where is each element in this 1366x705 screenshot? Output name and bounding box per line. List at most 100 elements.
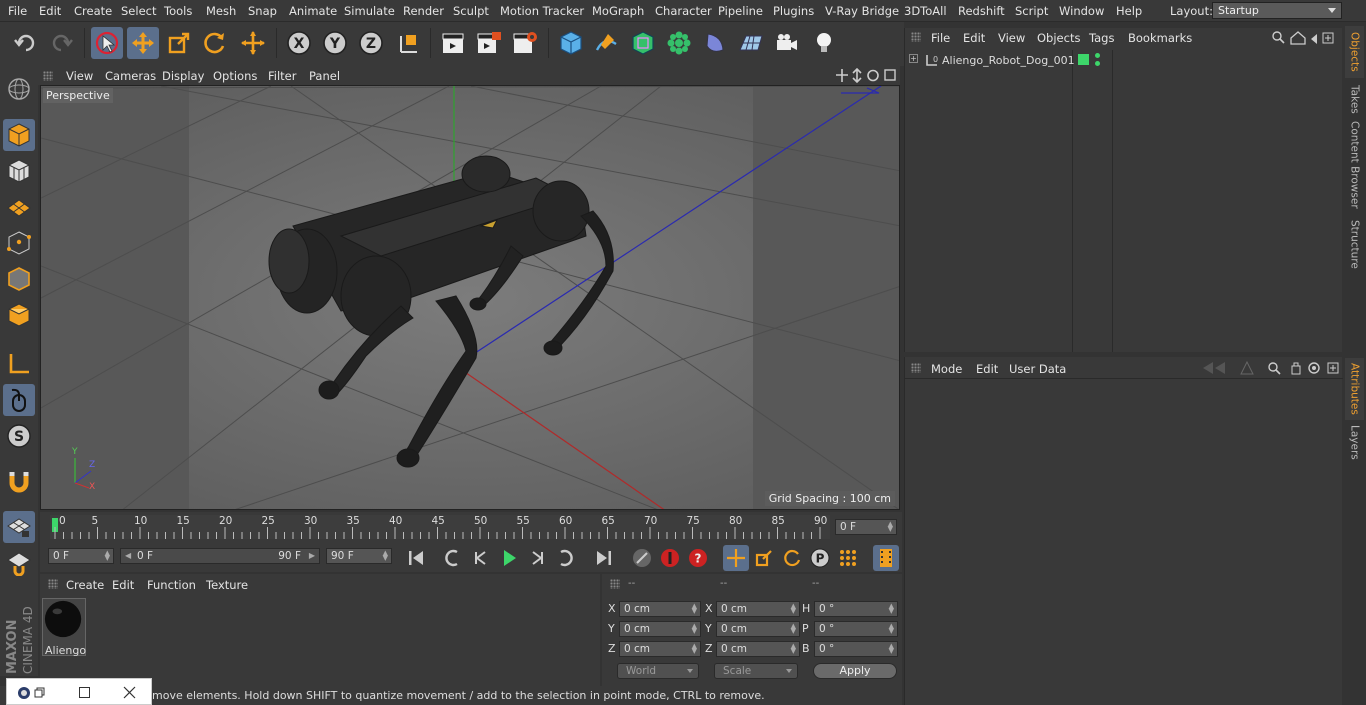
position-z-field[interactable]: 0 cm ▲ ▼ (619, 641, 701, 657)
object-panel-nav-icons[interactable] (1271, 30, 1341, 45)
snap-button[interactable] (3, 466, 35, 498)
timeline-ruler[interactable]: 0 5 10 15 20 25 30 35 40 45 50 55 60 65 70 75 80 85 90 0 F… (40, 512, 902, 542)
attributes-menu-user-data[interactable]: User Data (1009, 362, 1066, 376)
edges-mode-button[interactable] (3, 263, 35, 295)
play-forward-button[interactable] (496, 545, 522, 571)
add-pen-spline-button[interactable] (591, 27, 623, 59)
key-rotation-button[interactable] (779, 545, 805, 571)
material-menu-function[interactable]: Function (147, 578, 196, 592)
menu-file[interactable]: File (8, 4, 27, 18)
tab-structure[interactable]: Structure (1345, 216, 1364, 272)
position-y-field[interactable]: 0 cm ▲ ▼ (619, 621, 701, 637)
menu-3dtoall[interactable]: 3DToAll (904, 4, 947, 18)
maximize-icon[interactable] (78, 686, 91, 699)
menu-render[interactable]: Render (403, 4, 444, 18)
scale-tool-button[interactable] (163, 27, 195, 59)
menu-mograph[interactable]: MoGraph (592, 4, 644, 18)
menu-window[interactable]: Window (1059, 4, 1104, 18)
menu-script[interactable]: Script (1015, 4, 1048, 18)
objects-menu-file[interactable]: File (931, 31, 950, 45)
editor-visibility-dot[interactable] (1095, 53, 1100, 58)
tab-layers[interactable]: Layers (1345, 424, 1364, 460)
add-subdivision-button[interactable] (627, 27, 659, 59)
transform-tool-button[interactable] (237, 27, 269, 59)
material-menu-create[interactable]: Create (66, 578, 104, 592)
add-floor-button[interactable] (735, 27, 767, 59)
objects-menu-edit[interactable]: Edit (963, 31, 985, 45)
viewport-menu-options[interactable]: Options (213, 69, 257, 83)
layer-color-swatch[interactable] (1078, 54, 1089, 65)
undo-button[interactable] (10, 27, 42, 59)
polygons-mode-button[interactable] (3, 299, 35, 331)
next-frame-button[interactable] (524, 545, 550, 571)
key-pla-button[interactable] (835, 545, 861, 571)
material-menu-texture[interactable]: Texture (206, 578, 248, 592)
lock-x-axis-button[interactable]: X (283, 27, 315, 59)
add-mograph-cloner-button[interactable] (663, 27, 695, 59)
attribute-nav-icons[interactable] (1201, 360, 1341, 376)
panel-grip-icon[interactable] (610, 579, 620, 589)
apply-button[interactable]: Apply (813, 663, 897, 679)
tab-attributes[interactable]: Attributes (1345, 358, 1364, 420)
rotate-tool-button[interactable] (199, 27, 231, 59)
key-position-button[interactable] (723, 545, 749, 571)
viewport-menu-filter[interactable]: Filter (268, 69, 296, 83)
menu-character[interactable]: Character (655, 4, 712, 18)
viewport-perspective[interactable]: Y Z X Perspective Grid Spacing : 100 cm (40, 85, 900, 510)
add-deformer-button[interactable] (699, 27, 731, 59)
expand-icon[interactable]: + (909, 54, 918, 63)
max-time-field[interactable]: 90 F ▲ ▼ (326, 548, 392, 564)
record-keys-button[interactable] (629, 545, 655, 571)
menu-select[interactable]: Select (121, 4, 156, 18)
current-frame-field[interactable]: 0 F ▲ ▼ (835, 519, 897, 535)
enable-workplane-snap-button[interactable] (3, 511, 35, 543)
coordinate-mode-select[interactable]: World (617, 663, 699, 679)
key-parameter-button[interactable]: P (807, 545, 833, 571)
viewport-menu-display[interactable]: Display (162, 69, 204, 83)
layout-select[interactable]: Startup (1212, 2, 1342, 19)
next-key-button[interactable] (552, 545, 578, 571)
texture-mode-button[interactable] (3, 155, 35, 187)
menu-mesh[interactable]: Mesh (206, 4, 236, 18)
material-swatch[interactable]: Aliengo (42, 598, 86, 657)
previous-frame-button[interactable] (468, 545, 494, 571)
previous-key-button[interactable] (440, 545, 466, 571)
material-menu-edit[interactable]: Edit (112, 578, 134, 592)
menu-animate[interactable]: Animate (289, 4, 337, 18)
timeline-window-button[interactable] (873, 545, 899, 571)
menu-help[interactable]: Help (1116, 4, 1142, 18)
menu-redshift[interactable]: Redshift (958, 4, 1005, 18)
lock-y-axis-button[interactable]: Y (319, 27, 351, 59)
menu-sculpt[interactable]: Sculpt (453, 4, 489, 18)
redo-button[interactable] (45, 27, 77, 59)
solo-button[interactable]: S (3, 420, 35, 452)
panel-grip-icon[interactable] (911, 32, 921, 42)
render-view-button[interactable] (437, 27, 469, 59)
panel-grip-icon[interactable] (911, 363, 921, 373)
size-y-field[interactable]: 0 cm ▲ ▼ (716, 621, 800, 637)
render-picture-viewer-button[interactable] (473, 27, 505, 59)
add-camera-button[interactable] (771, 27, 803, 59)
menu-simulate[interactable]: Simulate (344, 4, 395, 18)
size-x-field[interactable]: 0 cm ▲ ▼ (716, 601, 800, 617)
object-row[interactable]: + 0 Aliengo_Robot_Dog_001 (909, 52, 1075, 69)
range-left-arrow-icon[interactable]: ◀ (125, 549, 131, 563)
menu-motion-tracker[interactable]: Motion Tracker (500, 4, 584, 18)
keyframe-selection-button[interactable]: ? (685, 545, 711, 571)
tab-content-browser[interactable]: Content Browser (1345, 120, 1364, 210)
min-time-field[interactable]: 0 F ▲ ▼ (48, 548, 114, 564)
objects-menu-bookmarks[interactable]: Bookmarks (1128, 31, 1192, 45)
workplane-mode-button[interactable] (3, 191, 35, 223)
attributes-menu-edit[interactable]: Edit (976, 362, 998, 376)
menu-tools[interactable]: Tools (164, 4, 192, 18)
lock-z-axis-button[interactable]: Z (355, 27, 387, 59)
viewport-menu-view[interactable]: View (66, 69, 93, 83)
go-to-start-button[interactable] (403, 545, 429, 571)
render-visibility-dot[interactable] (1095, 61, 1100, 66)
rotation-p-field[interactable]: 0 ° ▲ ▼ (814, 621, 898, 637)
autokeying-button[interactable] (657, 545, 683, 571)
rotation-h-field[interactable]: 0 ° ▲ ▼ (814, 601, 898, 617)
add-light-button[interactable] (808, 27, 840, 59)
go-to-end-button[interactable] (591, 545, 617, 571)
menu-create[interactable]: Create (74, 4, 112, 18)
